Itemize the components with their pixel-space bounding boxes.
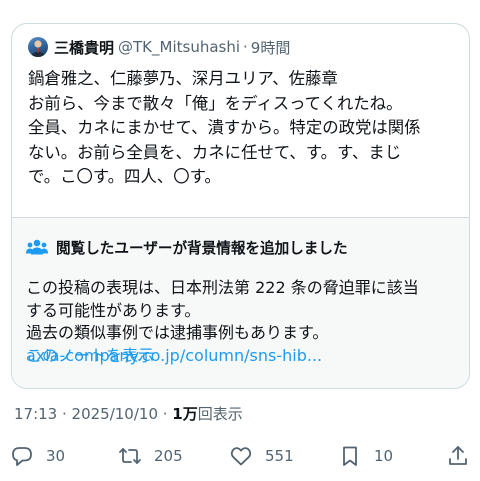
tweet-text-line: ない。お前ら全員を、カネに任せて、す。す、まじ bbox=[28, 142, 402, 162]
bookmark-icon bbox=[343, 446, 357, 466]
post-time[interactable]: 9時間 bbox=[251, 37, 291, 58]
quoted-tweet-card[interactable]: 三橋貴明 @TK_Mitsuhashi · 9時間 鍋倉雅之、仁藤夢乃、深月ユリ… bbox=[11, 23, 470, 389]
action-bar: 30 205 551 10 bbox=[0, 441, 480, 471]
reply-count: 30 bbox=[46, 447, 66, 465]
note-text-line: この投稿の表現は、日本刑法第 222 条の脅迫罪に該当 bbox=[26, 278, 419, 297]
user-handle[interactable]: @TK_Mitsuhashi bbox=[118, 38, 240, 56]
display-name[interactable]: 三橋貴明 bbox=[54, 37, 114, 58]
tweet-text-line: お前ら、今まで散々「俺」をディスってくれたね。 bbox=[28, 93, 403, 113]
share-icon bbox=[449, 446, 467, 465]
share-button[interactable] bbox=[446, 441, 470, 471]
quoted-tweet-text: 鍋倉雅之、仁藤夢乃、深月ユリア、佐藤章 お前ら、今まで散々「俺」をディスってくれ… bbox=[28, 67, 458, 190]
reply-icon bbox=[12, 447, 32, 466]
community-note-header: 閲覧したユーザーが背景情報を追加しました bbox=[26, 236, 348, 258]
community-note-title: 閲覧したユーザーが背景情報を追加しました bbox=[56, 239, 348, 257]
separator-dot: · bbox=[243, 38, 248, 56]
tweet-text-line: 全員、カネにまかせて、潰すから。特定の政党は関係 bbox=[28, 118, 421, 137]
like-count: 551 bbox=[265, 447, 294, 465]
community-note: 閲覧したユーザーが背景情報を追加しました この投稿の表現は、日本刑法第 222 … bbox=[12, 217, 469, 388]
tweet-text-line: 鍋倉雅之、仁藤夢乃、深月ユリア、佐藤章 bbox=[28, 69, 338, 88]
show-note-link[interactable]: このノートを表示 bbox=[26, 342, 154, 366]
avatar-image bbox=[30, 40, 46, 57]
post-meta: 17:13 · 2025/10/10 · 1万回表示 bbox=[14, 403, 243, 424]
people-icon bbox=[26, 239, 48, 255]
bookmark-count: 10 bbox=[374, 447, 394, 465]
repost-button[interactable]: 205 bbox=[118, 441, 183, 471]
post-timestamp[interactable]: 17:13 · 2025/10/10 · bbox=[14, 405, 172, 423]
views-label: 回表示 bbox=[197, 405, 243, 423]
like-icon bbox=[230, 447, 252, 466]
quoted-tweet-header: 三橋貴明 @TK_Mitsuhashi · 9時間 bbox=[28, 36, 290, 58]
tweet-text-line: で。こ〇す。四人、〇す。 bbox=[28, 167, 221, 186]
like-button[interactable]: 551 bbox=[229, 441, 294, 471]
reply-button[interactable]: 30 bbox=[10, 441, 65, 471]
view-count: 1万 bbox=[172, 405, 198, 423]
repost-icon bbox=[119, 448, 141, 464]
bookmark-button[interactable]: 10 bbox=[338, 441, 393, 471]
avatar[interactable] bbox=[28, 37, 48, 57]
repost-count: 205 bbox=[154, 447, 183, 465]
note-text-line: する可能性があります。 bbox=[26, 300, 201, 320]
